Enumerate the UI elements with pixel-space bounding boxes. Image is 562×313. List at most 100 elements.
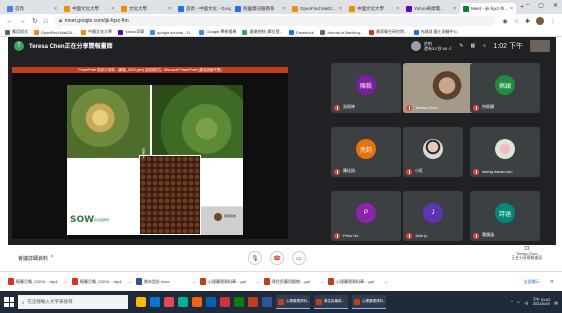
reload-icon[interactable]: ↻ bbox=[32, 17, 38, 25]
star-icon[interactable]: ☆ bbox=[514, 18, 519, 25]
bookmark-item[interactable]: 遠端控制 (單位登... bbox=[242, 29, 283, 35]
download-item[interactable]: 心理藥理資料庫....ppt ⌄ bbox=[328, 276, 388, 287]
bookmark-item[interactable]: OpenFind MailZ8... bbox=[34, 29, 75, 35]
participant-tile[interactable]: P Peko Hu bbox=[331, 191, 401, 241]
taskbar-app-icon[interactable] bbox=[136, 297, 146, 307]
browser-tab[interactable]: Yahoo奇摩電... × bbox=[403, 3, 459, 14]
chevron-down-icon[interactable]: ⌄ bbox=[129, 279, 132, 284]
taskbar-task[interactable]: 心理藥理資料... bbox=[276, 295, 310, 309]
profile-avatar[interactable] bbox=[536, 17, 544, 25]
chat-icon[interactable]: ✎ bbox=[459, 43, 463, 49]
browser-tab[interactable]: 中國文化大學 × bbox=[346, 3, 402, 14]
taskbar-app-icon[interactable] bbox=[192, 297, 202, 307]
volume-icon[interactable]: ◁) bbox=[524, 300, 528, 305]
bookmark-item[interactable]: Journal of Banking... bbox=[319, 29, 364, 35]
self-camera-preview[interactable] bbox=[530, 40, 550, 52]
taskbar-app-icon[interactable] bbox=[178, 297, 188, 307]
participant-tile[interactable]: 詩涵 葉韻涵 bbox=[470, 191, 540, 241]
taskbar-app-icon[interactable] bbox=[164, 297, 174, 307]
url-input[interactable]: 🔒︎ meet.google.com/ijk-fqxz-fhn bbox=[54, 16, 497, 26]
participant-tile[interactable]: 陳毅 吳佩婷 bbox=[331, 63, 401, 113]
download-item[interactable]: 期末設計.docx ⌄ bbox=[136, 276, 196, 287]
presentation-status[interactable]: ⊡ Teresa Chen 正在分享簡報畫面 bbox=[512, 246, 542, 261]
minimize-icon[interactable]: – bbox=[526, 2, 529, 9]
maximize-icon[interactable]: ▢ bbox=[538, 2, 544, 9]
account-info[interactable]: 於柏 還有33 秒 66 人 bbox=[411, 41, 452, 51]
back-icon[interactable]: ← bbox=[6, 18, 13, 25]
home-icon[interactable]: ⌂ bbox=[44, 18, 48, 25]
participant-tile[interactable]: Teresa Chen bbox=[403, 63, 491, 113]
new-tab-button[interactable]: + bbox=[520, 4, 524, 11]
participant-tile[interactable]: cheng hsuan chu bbox=[470, 127, 540, 177]
close-icon[interactable]: ✕ bbox=[553, 2, 558, 9]
camera-indicator-icon[interactable]: ◉ bbox=[502, 18, 507, 25]
bookmark-label: Journal of Banking... bbox=[326, 29, 364, 35]
extensions-icon[interactable]: ✱ bbox=[525, 18, 530, 25]
taskbar-app-icon[interactable] bbox=[206, 297, 216, 307]
bookmark-item[interactable]: 中國文化大學 bbox=[81, 29, 112, 35]
hangup-button[interactable]: ☎ bbox=[270, 251, 284, 265]
bookmark-item[interactable]: 應用程式 bbox=[5, 29, 28, 35]
people-icon[interactable]: ⊹ bbox=[482, 43, 486, 49]
browser-tab[interactable]: 首頁 × bbox=[4, 3, 60, 14]
layout-icon[interactable]: ▦ bbox=[470, 43, 475, 49]
taskbar-task[interactable]: 心理藥理資料... bbox=[352, 295, 386, 309]
show-all-downloads[interactable]: 全部顯示 bbox=[524, 279, 540, 285]
tray-chevron-icon[interactable]: ^ bbox=[511, 300, 513, 304]
menu-icon[interactable]: ⋮ bbox=[550, 18, 556, 25]
tab-close-icon[interactable]: × bbox=[111, 6, 114, 12]
chevron-down-icon[interactable]: ⌄ bbox=[385, 279, 388, 284]
tab-close-icon[interactable]: × bbox=[282, 6, 285, 12]
network-icon[interactable]: ◠ bbox=[517, 300, 520, 305]
download-item[interactable]: 心理藥理資料庫....ppt ⌄ bbox=[200, 276, 260, 287]
browser-tab[interactable]: 文化大學 × bbox=[118, 3, 174, 14]
chevron-down-icon[interactable]: ⌄ bbox=[257, 279, 260, 284]
participant-tile[interactable]: 亮鈞 陳佳鈞 bbox=[331, 127, 401, 177]
bookmark-item[interactable]: 國家衛生研究院... bbox=[369, 29, 408, 35]
browser-tab[interactable]: 中國文化大學 × bbox=[61, 3, 117, 14]
taskbar-search-input[interactable]: ⌕ 在這裡輸入文字來搜尋 bbox=[18, 295, 128, 309]
participant-tile[interactable]: 小紅 bbox=[403, 127, 463, 177]
tab-close-icon[interactable]: × bbox=[54, 6, 57, 12]
bookmark-item[interactable]: Yahoo奇摩 bbox=[118, 29, 144, 35]
plant-photo-seeds bbox=[139, 155, 201, 235]
participant-tile[interactable]: J Julie jo bbox=[403, 191, 463, 241]
meeting-details-button[interactable]: 會議詳細資料 ^ bbox=[18, 255, 53, 262]
mic-button[interactable]: 🎙 bbox=[248, 251, 262, 265]
taskbar-app-icon[interactable] bbox=[150, 297, 160, 307]
camera-button[interactable]: ▭ bbox=[292, 251, 306, 265]
start-button[interactable] bbox=[4, 297, 14, 307]
taskbar-app-icon[interactable] bbox=[262, 297, 272, 307]
chevron-down-icon[interactable]: ⌄ bbox=[321, 279, 324, 284]
browser-tab[interactable]: Meet - ijk-fqxz-fh... × bbox=[460, 3, 516, 14]
tab-close-icon[interactable]: × bbox=[168, 6, 171, 12]
participant-tile[interactable]: 佩穎 何佩穎 bbox=[470, 63, 540, 113]
chevron-down-icon[interactable]: ⌄ bbox=[65, 279, 68, 284]
bookmark-label: Google 學術搜尋 bbox=[206, 29, 237, 34]
bookmark-item[interactable]: 內政部 國土測繪中心 bbox=[413, 29, 458, 35]
bookmark-icon bbox=[289, 29, 295, 35]
taskbar-app-icon[interactable] bbox=[248, 297, 258, 307]
notification-icon[interactable]: ▤ bbox=[554, 300, 558, 305]
browser-tab[interactable]: 校園資訊服務系 × bbox=[232, 3, 288, 14]
taskbar-task[interactable]: 原住民藥用... bbox=[314, 295, 348, 309]
close-downloads-icon[interactable]: ✕ bbox=[550, 279, 554, 285]
bookmark-item[interactable]: google scholar - G... bbox=[150, 29, 193, 35]
tab-close-icon[interactable]: × bbox=[396, 6, 399, 12]
forward-icon[interactable]: → bbox=[19, 18, 26, 25]
tab-close-icon[interactable]: × bbox=[339, 6, 342, 12]
download-item[interactable]: 植藥月報_20210....mp4 ⌄ bbox=[72, 276, 132, 287]
download-item[interactable]: 原住民藥用植物....ppt ⌄ bbox=[264, 276, 324, 287]
browser-tab[interactable]: 首頁 - 中國文化 - Goog...× bbox=[175, 3, 231, 14]
browser-tab[interactable]: OpenFind MailZ... × bbox=[289, 3, 345, 14]
tab-close-icon[interactable]: × bbox=[510, 6, 513, 12]
bookmark-item[interactable]: Google 學術搜尋 bbox=[199, 29, 236, 35]
muted-mic-icon bbox=[334, 233, 340, 239]
taskbar-app-icon[interactable] bbox=[220, 297, 230, 307]
tab-close-icon[interactable]: × bbox=[453, 6, 456, 12]
taskbar-app-icon[interactable] bbox=[234, 297, 244, 307]
download-item[interactable]: 植藥月報_20210....mp4 ⌄ bbox=[8, 276, 68, 287]
bookmark-item[interactable]: Facebook bbox=[289, 29, 314, 35]
tray-clock[interactable]: 下午 01:02 2021/5/19 bbox=[532, 298, 550, 307]
chevron-down-icon[interactable]: ⌄ bbox=[193, 279, 196, 284]
